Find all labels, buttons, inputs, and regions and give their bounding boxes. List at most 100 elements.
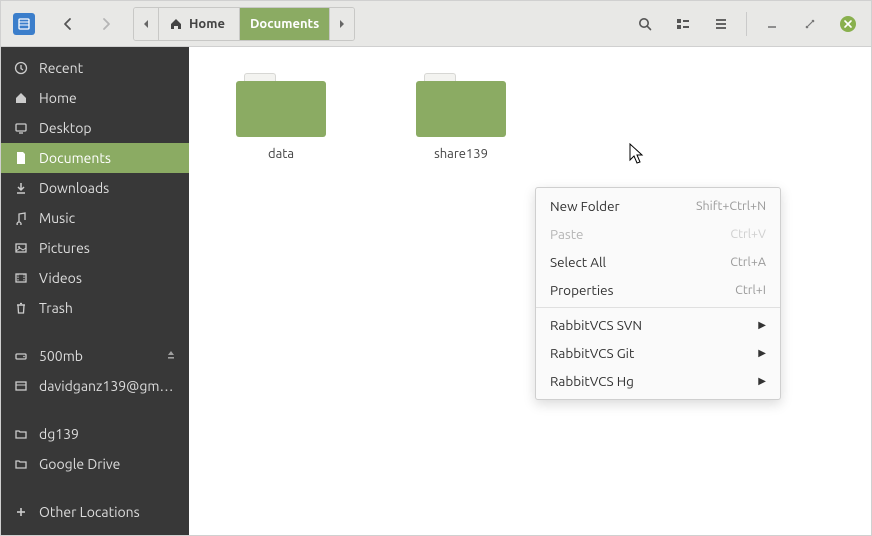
menu-label: RabbitVCS Hg	[550, 373, 634, 389]
search-button[interactable]	[628, 7, 662, 41]
path-forward-child[interactable]	[330, 8, 354, 40]
sidebar-item-500mb[interactable]: 500mb	[1, 341, 189, 371]
menu-rabbitvcs-svn[interactable]: RabbitVCS SVN ▶	[536, 311, 780, 339]
videos-icon	[13, 270, 29, 286]
folder-label: data	[268, 147, 294, 161]
sidebar-item-videos[interactable]: Videos	[1, 263, 189, 293]
back-button[interactable]	[51, 7, 85, 41]
drive-icon	[13, 348, 29, 364]
sidebar-label: Downloads	[39, 180, 177, 196]
plus-icon	[13, 504, 29, 520]
triangle-left-icon	[142, 19, 150, 29]
toolbar-divider	[746, 12, 747, 36]
menu-paste: Paste Ctrl+V	[536, 220, 780, 248]
menu-label: RabbitVCS SVN	[550, 317, 642, 333]
sidebar-label: Trash	[39, 300, 177, 316]
arrow-right-icon	[98, 16, 114, 32]
sidebar-item-dg139[interactable]: dg139	[1, 419, 189, 449]
path-documents-label: Documents	[250, 17, 319, 31]
sidebar-label: Videos	[39, 270, 177, 286]
sidebar-item-trash[interactable]: Trash	[1, 293, 189, 323]
sidebar-item-downloads[interactable]: Downloads	[1, 173, 189, 203]
clock-icon	[13, 60, 29, 76]
menu-shortcut: Shift+Ctrl+N	[696, 199, 766, 213]
menu-label: Select All	[550, 254, 606, 270]
view-toggle-button[interactable]	[666, 7, 700, 41]
sidebar: Recent Home Desktop Documents Downloads …	[1, 47, 189, 535]
folder-icon	[416, 73, 506, 137]
menu-new-folder[interactable]: New Folder Shift+Ctrl+N	[536, 192, 780, 220]
triangle-right-icon	[338, 19, 346, 29]
account-icon	[13, 378, 29, 394]
sidebar-item-gdrive[interactable]: Google Drive	[1, 449, 189, 479]
submenu-arrow-icon: ▶	[758, 319, 766, 331]
sidebar-label: Pictures	[39, 240, 177, 256]
menu-label: RabbitVCS Git	[550, 345, 634, 361]
sidebar-item-pictures[interactable]: Pictures	[1, 233, 189, 263]
sidebar-label: Music	[39, 210, 177, 226]
sidebar-item-recent[interactable]: Recent	[1, 53, 189, 83]
close-button[interactable]	[831, 7, 865, 41]
home-icon	[13, 90, 29, 106]
folder-label: share139	[434, 147, 488, 161]
submenu-arrow-icon: ▶	[758, 375, 766, 387]
minimize-button[interactable]	[755, 7, 789, 41]
menu-label: Paste	[550, 226, 583, 242]
menu-rabbitvcs-git[interactable]: RabbitVCS Git ▶	[536, 339, 780, 367]
sidebar-label: 500mb	[39, 348, 155, 364]
pictures-icon	[13, 240, 29, 256]
menu-shortcut: Ctrl+I	[735, 283, 766, 297]
document-icon	[13, 150, 29, 166]
context-menu: New Folder Shift+Ctrl+N Paste Ctrl+V Sel…	[535, 187, 781, 400]
download-icon	[13, 180, 29, 196]
menu-rabbitvcs-hg[interactable]: RabbitVCS Hg ▶	[536, 367, 780, 395]
file-manager-window: Home Documents	[0, 0, 872, 536]
toolbar: Home Documents	[1, 1, 871, 47]
sidebar-item-desktop[interactable]: Desktop	[1, 113, 189, 143]
trash-icon	[13, 300, 29, 316]
path-documents[interactable]: Documents	[240, 8, 330, 40]
path-bar: Home Documents	[133, 7, 355, 41]
submenu-arrow-icon: ▶	[758, 347, 766, 359]
path-back-child[interactable]	[134, 8, 159, 40]
path-home-label: Home	[189, 17, 225, 31]
sidebar-label: Google Drive	[39, 456, 177, 472]
folder-tile-data[interactable]: data	[211, 67, 351, 167]
maximize-icon	[804, 18, 816, 30]
close-icon	[839, 15, 857, 33]
menu-shortcut: Ctrl+A	[730, 255, 766, 269]
sidebar-label: davidganz139@gm…	[39, 378, 177, 394]
sidebar-label: Documents	[39, 150, 177, 166]
home-icon	[169, 17, 183, 31]
grid-view-icon	[675, 16, 691, 32]
desktop-icon	[13, 120, 29, 136]
path-home[interactable]: Home	[159, 8, 240, 40]
folder-icon	[13, 426, 29, 442]
sidebar-label: Desktop	[39, 120, 177, 136]
sidebar-label: Other Locations	[39, 504, 177, 520]
eject-icon[interactable]	[165, 348, 177, 364]
folder-icon	[236, 73, 326, 137]
app-menu-button[interactable]	[7, 7, 41, 41]
maximize-button[interactable]	[793, 7, 827, 41]
files-app-icon	[13, 13, 35, 35]
sidebar-item-other-locations[interactable]: Other Locations	[1, 497, 189, 527]
menu-select-all[interactable]: Select All Ctrl+A	[536, 248, 780, 276]
sidebar-label: Recent	[39, 60, 177, 76]
sidebar-label: dg139	[39, 426, 177, 442]
sidebar-item-music[interactable]: Music	[1, 203, 189, 233]
sidebar-item-documents[interactable]: Documents	[1, 143, 189, 173]
menu-properties[interactable]: Properties Ctrl+I	[536, 276, 780, 304]
forward-button[interactable]	[89, 7, 123, 41]
sidebar-label: Home	[39, 90, 177, 106]
minimize-icon	[766, 18, 778, 30]
sidebar-item-gmail[interactable]: davidganz139@gm…	[1, 371, 189, 401]
sidebar-item-home[interactable]: Home	[1, 83, 189, 113]
hamburger-button[interactable]	[704, 7, 738, 41]
folder-tiles: data share139	[199, 67, 861, 167]
search-icon	[637, 16, 653, 32]
folder-tile-share139[interactable]: share139	[391, 67, 531, 167]
content-area[interactable]: data share139 New Folder Shift+Ctrl+N Pa…	[189, 47, 871, 535]
menu-shortcut: Ctrl+V	[730, 227, 766, 241]
music-icon	[13, 210, 29, 226]
